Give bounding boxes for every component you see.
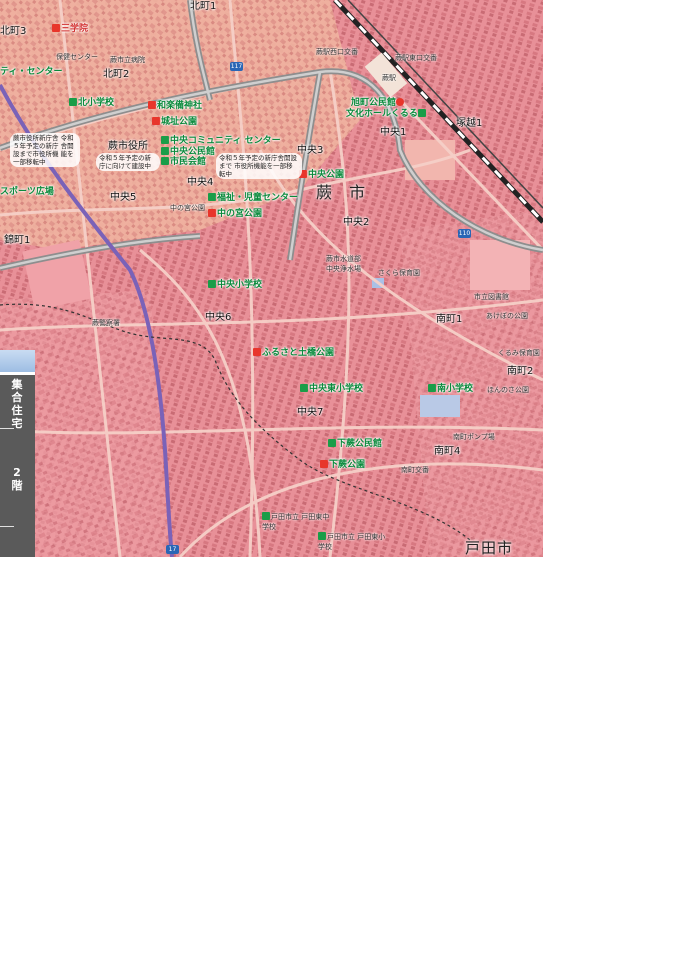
evacuation-shelter-icon — [318, 532, 326, 540]
map-base-layer — [0, 0, 543, 557]
evacuation-shelter-icon — [161, 147, 169, 155]
area-label: 中央5 — [110, 192, 137, 203]
facility-kita-elementary[interactable]: 北小学校 — [69, 98, 114, 108]
facility-sangakuin[interactable]: 三学院 — [52, 24, 88, 34]
evacuation-shelter-icon — [328, 439, 336, 447]
shelter-flag-icon — [52, 24, 60, 32]
facility-shimin-kaikan[interactable]: 市民会館 — [161, 157, 206, 167]
area-label: 南町4 — [434, 446, 461, 457]
area-label: 中央7 — [297, 407, 324, 418]
area-label: 錦町1 — [4, 235, 31, 246]
evacuation-shelter-icon — [69, 98, 77, 106]
facility-toda-higashi-jhs[interactable]: 戸田市立 戸田東中学校 — [262, 512, 332, 532]
facility-community-center[interactable]: ティ・センター — [0, 67, 62, 77]
area-label: 中央1 — [380, 127, 407, 138]
facility-fukushi-center[interactable]: 福祉・児童センター — [208, 193, 298, 203]
evacuation-shelter-icon — [428, 384, 436, 392]
map-small-label: くるみ保育園 — [498, 349, 540, 357]
facility-minami-elementary[interactable]: 南小学校 — [428, 384, 473, 394]
facility-chuo-higashi-elementary[interactable]: 中央東小学校 — [300, 384, 363, 394]
area-label: 北町1 — [190, 1, 217, 12]
shelter-flag-icon — [208, 209, 216, 217]
facility-toda-higashi-es[interactable]: 戸田市立 戸田東小学校 — [318, 532, 388, 552]
city-name-toda: 戸田市 — [465, 539, 514, 557]
area-label: 南町2 — [507, 366, 534, 377]
facility-nakanomiya-park[interactable]: 中の宮公園 — [208, 209, 262, 219]
legend-rule — [0, 526, 14, 527]
evacuation-shelter-icon — [208, 280, 216, 288]
facility-furusato-park[interactable]: ふるさと土橋公園 — [253, 348, 334, 358]
map-note: 令和５年予定の新庁舎開設まで 市役所機能を一部移転中 — [216, 153, 302, 179]
legend-tab: 集合住宅 2階 — [0, 350, 35, 557]
facility-warabi-shrine[interactable]: 和楽備神社 — [148, 101, 202, 111]
facility-asahi-kominkan[interactable]: 旭町公民館 — [351, 98, 405, 108]
shelter-flag-icon — [253, 348, 261, 356]
evacuation-shelter-icon — [161, 136, 169, 144]
map-small-label: さくら保育園 — [378, 269, 420, 277]
evacuation-shelter-icon — [300, 384, 308, 392]
area-label: 北町2 — [103, 69, 130, 80]
map-small-label: 蕨市水道部 中央浄水場 — [326, 255, 361, 273]
legend-floor: 2階 — [11, 466, 23, 492]
area-label: 塚越1 — [456, 118, 483, 129]
legend-rule — [0, 428, 14, 429]
area-label: 南町1 — [436, 314, 463, 325]
hazard-map[interactable]: 117 110 17 北町1 北町2 北町3 中央1 中央2 中央3 中央4 中… — [0, 0, 543, 557]
area-label: 中央6 — [205, 312, 232, 323]
map-small-label: あけぼの公園 — [486, 312, 528, 320]
facility-shimokura-park[interactable]: 下蕨公園 — [320, 460, 365, 470]
evacuation-shelter-icon — [208, 193, 216, 201]
facility-chuo-elementary[interactable]: 中央小学校 — [208, 280, 262, 290]
map-small-label: 中の宮公園 — [170, 204, 205, 212]
facility-sports-plaza[interactable]: スポーツ広場 — [0, 187, 54, 197]
map-small-label: 蕨駅 — [382, 74, 396, 82]
map-small-label: ほんのさ公園 — [487, 386, 529, 394]
shelter-flag-icon — [320, 460, 328, 468]
evacuation-shelter-icon — [161, 157, 169, 165]
route-17-shield: 17 — [166, 545, 179, 554]
evacuation-shelter-icon — [262, 512, 270, 520]
route-117-shield: 117 — [230, 62, 243, 71]
shelter-flag-icon — [148, 101, 156, 109]
evacuation-shelter-icon — [417, 109, 426, 117]
map-note: 令和５年予定の新 庁に向けて建設中 — [96, 153, 160, 171]
area-label: 北町3 — [0, 26, 27, 37]
city-hall-label[interactable]: 蕨市役所 — [108, 142, 148, 152]
shelter-number-icon — [396, 98, 405, 106]
map-small-label: 蕨警察署 — [92, 319, 120, 327]
map-small-label: 保健センター — [56, 53, 98, 61]
facility-bunka-hall[interactable]: 文化ホールくるる — [346, 109, 427, 119]
map-small-label: 蕨市立病院 — [110, 56, 145, 64]
facility-shiro-park[interactable]: 城址公園 — [152, 117, 197, 127]
legend-cap — [0, 350, 35, 372]
facility-chuo-kominkan[interactable]: 中央公民館 — [161, 147, 215, 157]
shelter-flag-icon — [152, 117, 160, 125]
map-small-label: 南町ポンプ場 — [453, 433, 495, 441]
facility-chuo-community-center[interactable]: 中央コミュニティ センター — [161, 136, 281, 146]
route-110-shield: 110 — [458, 229, 471, 238]
map-small-label: 蕨駅西口交番 — [316, 48, 358, 56]
map-small-label: 南町交番 — [401, 466, 429, 474]
area-label: 中央4 — [187, 177, 214, 188]
facility-shimokura-kominkan[interactable]: 下蕨公民館 — [328, 439, 382, 449]
map-note: 蕨市役所新庁舎 令和５年予定の新庁 舎開設まで市役所機 能を一部移転中 — [10, 133, 80, 167]
legend-divider — [0, 372, 35, 375]
legend-title: 集合住宅 — [11, 378, 23, 430]
area-label: 中央2 — [343, 217, 370, 228]
city-name-warabi: 蕨 市 — [316, 183, 372, 202]
map-small-label: 市立図書館 — [474, 293, 509, 301]
facility-chuo-park[interactable]: 中央公園 — [299, 170, 344, 180]
area-label: 中央3 — [297, 145, 324, 156]
map-small-label: 蕨駅東口交番 — [395, 54, 437, 62]
